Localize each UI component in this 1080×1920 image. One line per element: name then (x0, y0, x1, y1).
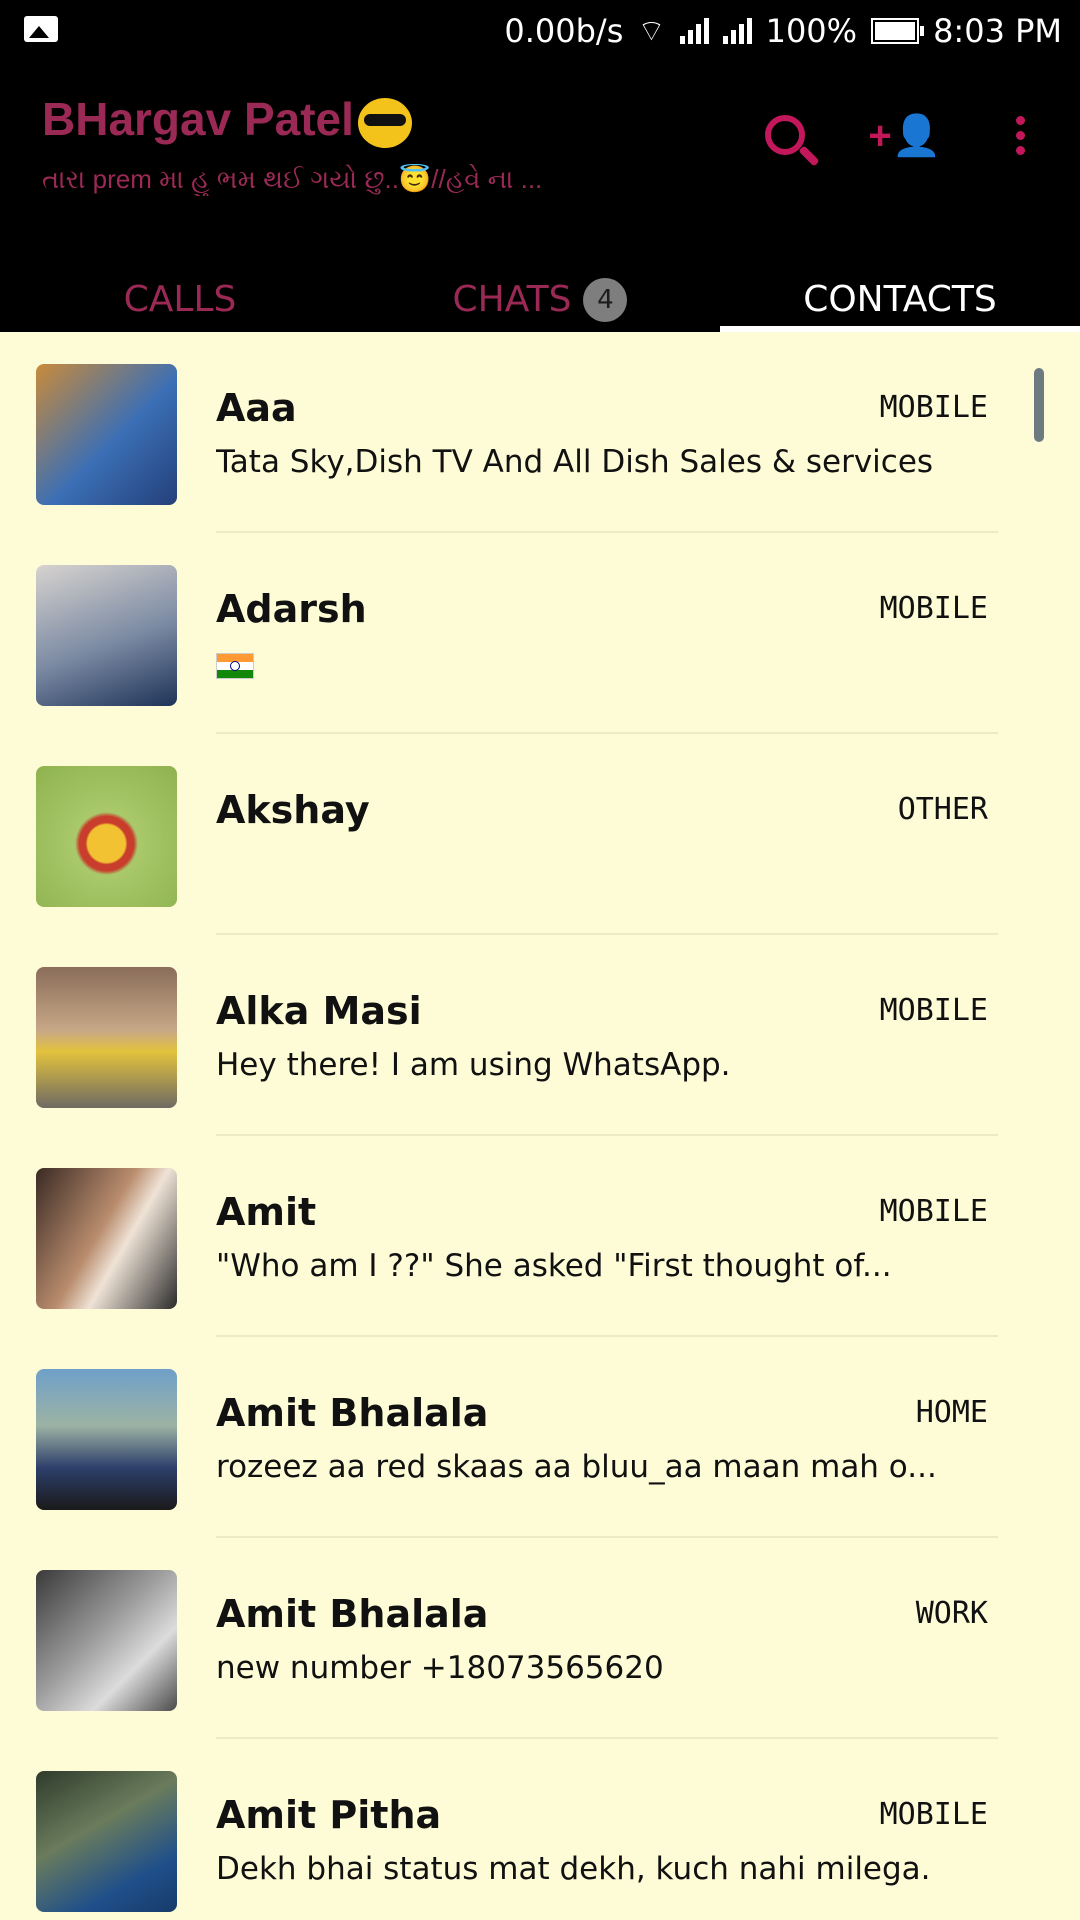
app-header: BHargav Patel તારા prem મા હુ ભમ થઈ ગયો … (0, 64, 1080, 332)
contact-name: Amit (216, 1190, 317, 1234)
tab-bar: CALLS CHATS 4 CONTACTS (0, 268, 1080, 332)
search-icon[interactable] (750, 100, 820, 170)
tab-calls[interactable]: CALLS (0, 268, 360, 332)
add-contact-icon[interactable]: +👤 (868, 100, 941, 170)
contact-name: Amit Bhalala (216, 1391, 489, 1435)
contact-status: "Who am I ??" She asked "First thought o… (216, 1248, 892, 1284)
contact-name: Akshay (216, 788, 370, 832)
contact-status (216, 645, 996, 687)
tab-calls-label: CALLS (123, 279, 237, 320)
india-flag-icon (216, 653, 254, 679)
clock: 8:03 PM (933, 12, 1062, 50)
sunglasses-emoji-icon (357, 97, 412, 148)
profile-status: તારા prem મા હુ ભમ થઈ ગયો છુ..😇//હવે ના … (42, 164, 543, 194)
status-bar: 0.00b/s ⌔ 100% 8:03 PM (0, 0, 1080, 64)
avatar[interactable] (36, 1570, 177, 1711)
contact-row[interactable]: Amit Pitha MOBILE Dekh bhai status mat d… (0, 1739, 1080, 1920)
contact-status: new number +18073565620 (216, 1650, 664, 1686)
status-bar-right: 0.00b/s ⌔ 100% 8:03 PM (504, 12, 1062, 50)
avatar[interactable] (36, 766, 177, 907)
contact-type: MOBILE (879, 591, 988, 626)
contact-name: Alka Masi (216, 989, 422, 1033)
contact-status: Dekh bhai status mat dekh, kuch nahi mil… (216, 1851, 931, 1887)
profile-name: BHargav Patel (42, 93, 354, 145)
contact-status: Tata Sky,Dish TV And All Dish Sales & se… (216, 444, 934, 480)
avatar[interactable] (36, 967, 177, 1108)
avatar[interactable] (36, 565, 177, 706)
contact-type: MOBILE (879, 1194, 988, 1229)
contact-row[interactable]: Amit Bhalala HOME rozeez aa red skaas aa… (0, 1337, 1080, 1538)
contact-type: MOBILE (879, 993, 988, 1028)
contact-list[interactable]: Aaa MOBILE Tata Sky,Dish TV And All Dish… (0, 332, 1080, 1920)
contact-type: WORK (915, 1596, 988, 1631)
list-scrollbar[interactable] (1034, 368, 1044, 442)
avatar[interactable] (36, 1369, 177, 1510)
contact-type: HOME (915, 1395, 988, 1430)
profile-title[interactable]: BHargav Patel (42, 92, 412, 148)
contact-row[interactable]: Aaa MOBILE Tata Sky,Dish TV And All Dish… (0, 332, 1080, 533)
battery-percent: 100% (765, 12, 858, 50)
tab-chats-label: CHATS (452, 279, 572, 320)
contact-status: rozeez aa red skaas aa bluu_aa maan mah … (216, 1449, 937, 1485)
network-speed: 0.00b/s (504, 12, 624, 50)
contact-name: Amit Pitha (216, 1793, 442, 1837)
tab-contacts-label: CONTACTS (803, 279, 997, 320)
signal-icon-1 (679, 18, 709, 44)
contact-name: Aaa (216, 386, 297, 430)
tab-chats[interactable]: CHATS 4 (360, 268, 720, 332)
avatar[interactable] (36, 364, 177, 505)
contact-type: MOBILE (879, 390, 988, 425)
contact-status: Hey there! I am using WhatsApp. (216, 1047, 731, 1083)
contact-row[interactable]: Amit MOBILE "Who am I ??" She asked "Fir… (0, 1136, 1080, 1337)
contact-row[interactable]: Amit Bhalala WORK new number +1807356562… (0, 1538, 1080, 1739)
avatar[interactable] (36, 1168, 177, 1309)
unread-badge: 4 (583, 278, 628, 322)
contact-name: Adarsh (216, 587, 367, 631)
more-vert-icon[interactable] (985, 100, 1055, 170)
tab-contacts[interactable]: CONTACTS (720, 268, 1080, 332)
contact-name: Amit Bhalala (216, 1592, 489, 1636)
contact-type: MOBILE (879, 1797, 988, 1832)
contact-type: OTHER (897, 792, 988, 827)
contact-row[interactable]: Alka Masi MOBILE Hey there! I am using W… (0, 935, 1080, 1136)
gallery-notification-icon (24, 16, 58, 42)
contact-row[interactable]: Adarsh MOBILE (0, 533, 1080, 734)
signal-icon-2 (722, 18, 752, 44)
wifi-icon: ⌔ (637, 14, 666, 49)
contact-row[interactable]: Akshay OTHER (0, 734, 1080, 935)
avatar[interactable] (36, 1771, 177, 1912)
battery-icon (871, 18, 925, 44)
